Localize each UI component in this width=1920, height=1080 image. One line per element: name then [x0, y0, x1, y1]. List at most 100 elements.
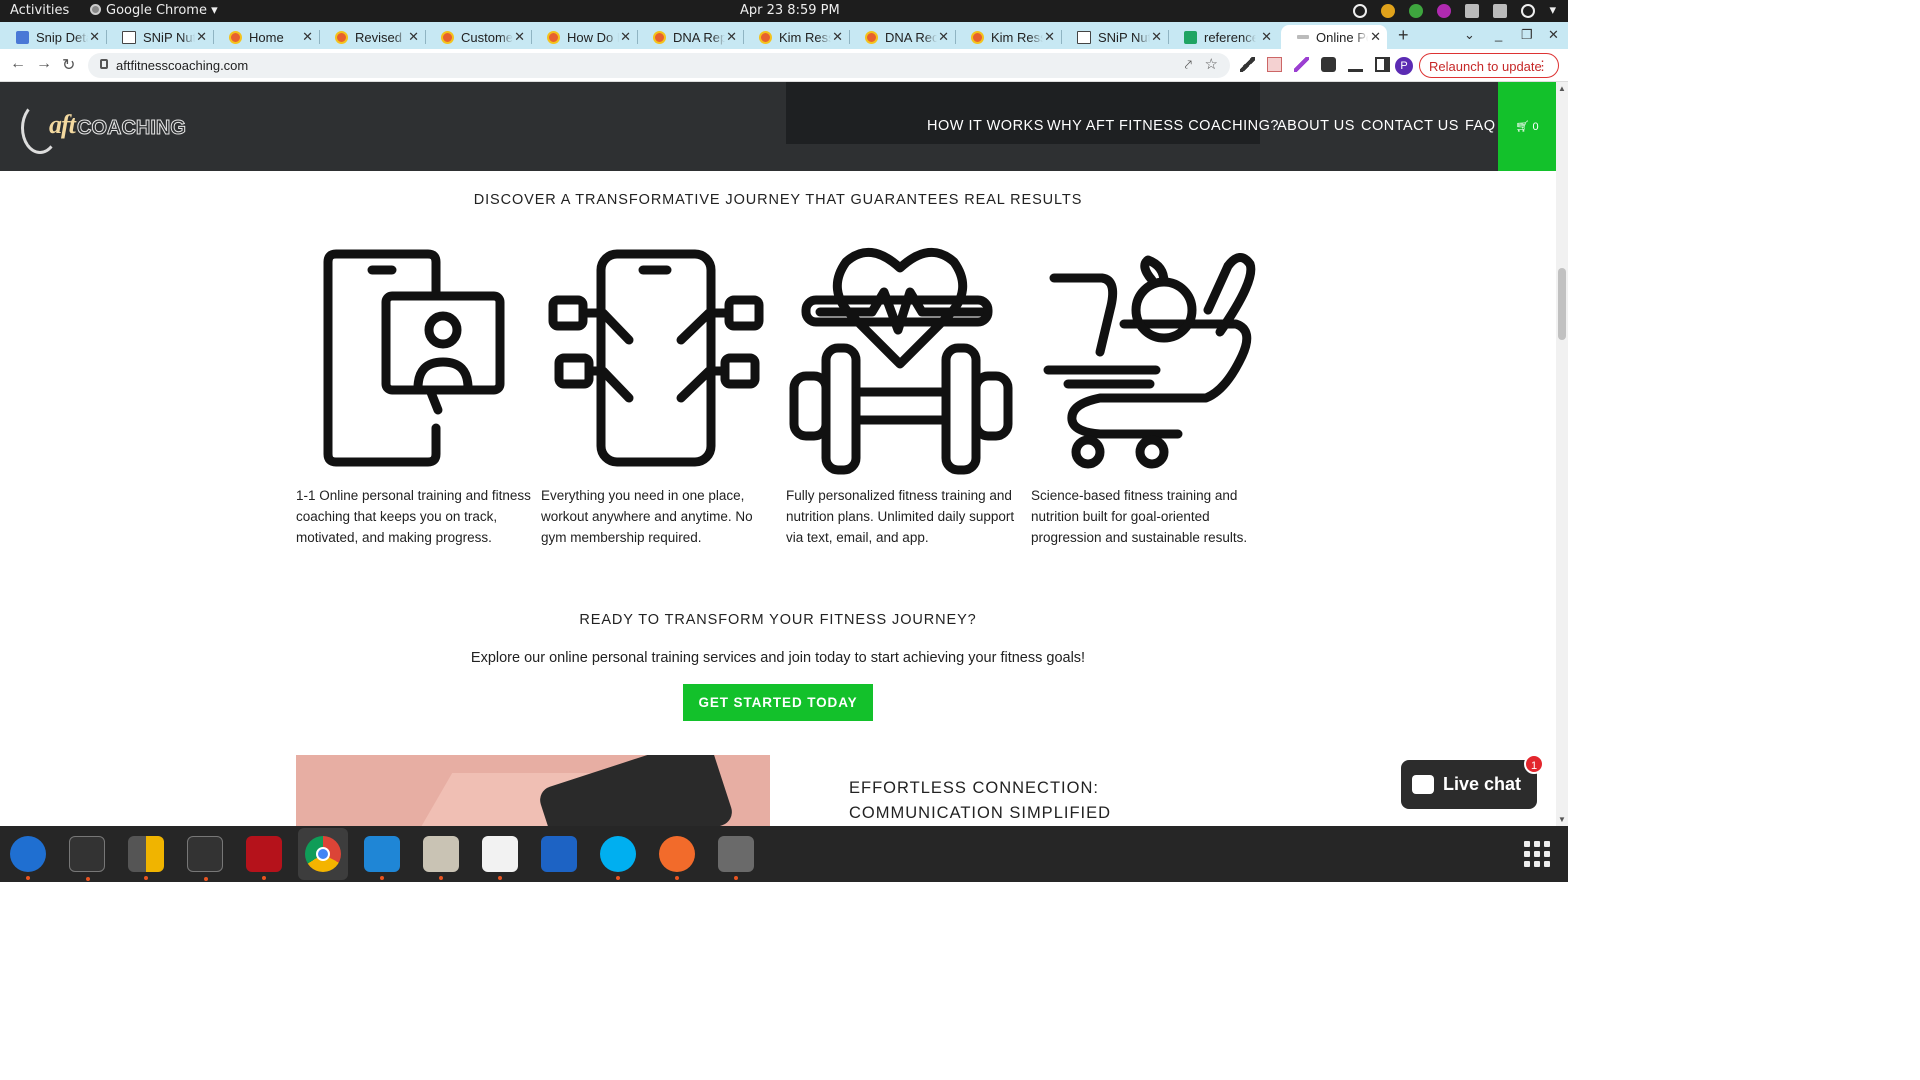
tab-11[interactable]: SNiP Nutr ✕	[1061, 25, 1168, 49]
tab-separator	[106, 30, 107, 44]
tab-6[interactable]: How Do D✕	[531, 25, 637, 49]
filezilla-icon[interactable]	[246, 836, 282, 880]
app-name: Google Chrome	[106, 3, 207, 18]
tab-close-icon[interactable]: ✕	[1044, 29, 1055, 45]
clock[interactable]: Apr 23 8:59 PM	[740, 3, 840, 18]
kebab-menu-icon[interactable]: ⋮	[1536, 58, 1549, 74]
relaunch-to-update-button[interactable]: Relaunch to update ⋮	[1419, 53, 1559, 78]
tab-2[interactable]: SNiP Nutrition✕	[106, 25, 213, 49]
pen-extension-icon[interactable]	[1294, 57, 1309, 72]
phone-connect-icon	[548, 249, 764, 467]
tab-3[interactable]: Home ✕	[213, 25, 319, 49]
tab-search-chevron-icon[interactable]: ⌄	[1464, 27, 1475, 43]
disk-utility-icon[interactable]	[718, 836, 754, 880]
tab-5[interactable]: Customer ✕	[425, 25, 531, 49]
chrome-tray-icon[interactable]	[1381, 3, 1396, 18]
back-arrow-icon[interactable]: ←	[10, 55, 26, 73]
nav-how-it-works[interactable]: HOW IT WORKS	[927, 118, 1044, 134]
scroll-up-icon[interactable]: ▲	[1558, 84, 1566, 93]
tab-12[interactable]: reference ✕	[1168, 25, 1278, 49]
nav-about-us[interactable]: ABOUT US	[1277, 118, 1355, 134]
system-monitor-icon[interactable]	[187, 836, 223, 881]
tab-close-icon[interactable]: ✕	[832, 29, 843, 45]
url-text[interactable]: aftfitnesscoaching.com	[116, 58, 248, 73]
tab-close-icon[interactable]: ✕	[1151, 29, 1162, 45]
nav-faq[interactable]: FAQ	[1465, 118, 1496, 134]
calculator-icon[interactable]	[128, 836, 164, 880]
tab-separator	[743, 30, 744, 44]
tab-label: DNA Rece	[885, 29, 937, 45]
tab-10[interactable]: Kim Ressl✕	[955, 25, 1061, 49]
tab-close-icon[interactable]: ✕	[89, 29, 100, 45]
feature-text-2: Everything you need in one place, workou…	[541, 488, 753, 545]
share-icon[interactable]: ⤤	[1185, 57, 1192, 73]
nav-contact-us[interactable]: CONTACT US	[1361, 118, 1459, 134]
status-icon[interactable]	[1353, 3, 1368, 18]
chrome-dock-item[interactable]	[298, 828, 348, 880]
lock-icon[interactable]	[100, 59, 108, 69]
tab-close-icon[interactable]: ✕	[196, 29, 207, 45]
tab-1[interactable]: Snip Details✕	[0, 25, 106, 49]
libreoffice-writer-icon[interactable]	[541, 836, 577, 872]
scrollbar-thumb[interactable]	[1558, 268, 1566, 340]
network-icon[interactable]	[1465, 3, 1480, 18]
site-favicon-icon	[865, 30, 878, 44]
tab-close-icon[interactable]: ✕	[620, 29, 631, 45]
vscode-icon[interactable]	[364, 836, 400, 880]
system-menu-chevron-icon[interactable]: ▾	[1549, 3, 1556, 18]
forward-arrow-icon[interactable]: →	[36, 55, 52, 73]
reload-icon[interactable]: ↻	[62, 55, 75, 75]
live-chat-button[interactable]: Live chat 1	[1401, 754, 1544, 809]
tab-close-icon[interactable]: ✕	[514, 29, 525, 45]
get-started-button[interactable]: GET STARTED TODAY	[683, 684, 873, 721]
skype-icon[interactable]	[600, 836, 636, 880]
app-menu[interactable]: Google Chrome ▾	[90, 3, 218, 18]
show-apps-grid-icon[interactable]	[1524, 841, 1550, 867]
tab-label: SNiP Nutr	[1098, 29, 1150, 45]
site-logo[interactable]: aft COACHING	[21, 98, 186, 156]
tab-close-icon[interactable]: ✕	[1370, 29, 1381, 45]
system-tray[interactable]: ▾	[1353, 3, 1556, 18]
download-icon[interactable]	[1348, 57, 1363, 72]
terminal-icon[interactable]	[69, 836, 105, 881]
site-header: aft COACHING HOW IT WORKS WHY AFT FITNES…	[0, 82, 1556, 171]
puzzle-extensions-icon[interactable]	[1321, 57, 1336, 72]
tab-close-icon[interactable]: ✕	[726, 29, 737, 45]
page-scrollbar[interactable]: ▲ ▼	[1556, 82, 1568, 826]
side-panel-icon[interactable]	[1375, 57, 1390, 72]
activities-button[interactable]: Activities	[10, 3, 69, 18]
feature-text-3: Fully personalized fitness training and …	[786, 488, 1015, 545]
tab-close-icon[interactable]: ✕	[938, 29, 949, 45]
scroll-down-icon[interactable]: ▼	[1558, 815, 1566, 824]
tab-13[interactable]: Online Pe ✕	[1281, 25, 1387, 49]
files-icon[interactable]	[423, 836, 459, 880]
cart-button[interactable]: 🛒︎ 0	[1498, 82, 1556, 171]
text-editor-icon[interactable]	[482, 836, 518, 880]
thunderbird-icon[interactable]	[10, 836, 46, 880]
extension-tray-icon[interactable]	[1409, 3, 1424, 18]
restore-icon[interactable]: ❐	[1521, 27, 1533, 43]
minimize-icon[interactable]: _	[1495, 27, 1502, 42]
app-tray-icon[interactable]	[1437, 3, 1452, 18]
tab-4[interactable]: Revised S✕	[319, 25, 425, 49]
tab-close-icon[interactable]: ✕	[302, 29, 313, 45]
tab-label: Kim Ressler	[779, 29, 831, 45]
tab-7[interactable]: DNA Report✕	[637, 25, 743, 49]
power-icon[interactable]	[1521, 3, 1536, 18]
tab-close-icon[interactable]: ✕	[1261, 29, 1272, 45]
calendar-extension-icon[interactable]	[1267, 57, 1282, 72]
doc-favicon-icon	[16, 30, 29, 44]
new-tab-button[interactable]: +	[1398, 25, 1409, 46]
nav-why-aft[interactable]: WHY AFT FITNESS COACHING?	[1047, 118, 1279, 134]
site-favicon-icon	[335, 30, 348, 44]
tab-8[interactable]: Kim Ressler✕	[743, 25, 849, 49]
close-window-icon[interactable]: ✕	[1548, 27, 1559, 43]
profile-avatar[interactable]: P	[1395, 57, 1413, 75]
postman-icon[interactable]	[659, 836, 695, 880]
volume-icon[interactable]	[1493, 3, 1508, 18]
address-bar[interactable]: aftfitnesscoaching.com ⤤ ☆	[88, 53, 1230, 78]
tab-close-icon[interactable]: ✕	[408, 29, 419, 45]
tab-9[interactable]: DNA Rece✕	[849, 25, 955, 49]
eyedropper-icon[interactable]	[1240, 57, 1255, 72]
bookmark-star-icon[interactable]: ☆	[1205, 55, 1218, 73]
